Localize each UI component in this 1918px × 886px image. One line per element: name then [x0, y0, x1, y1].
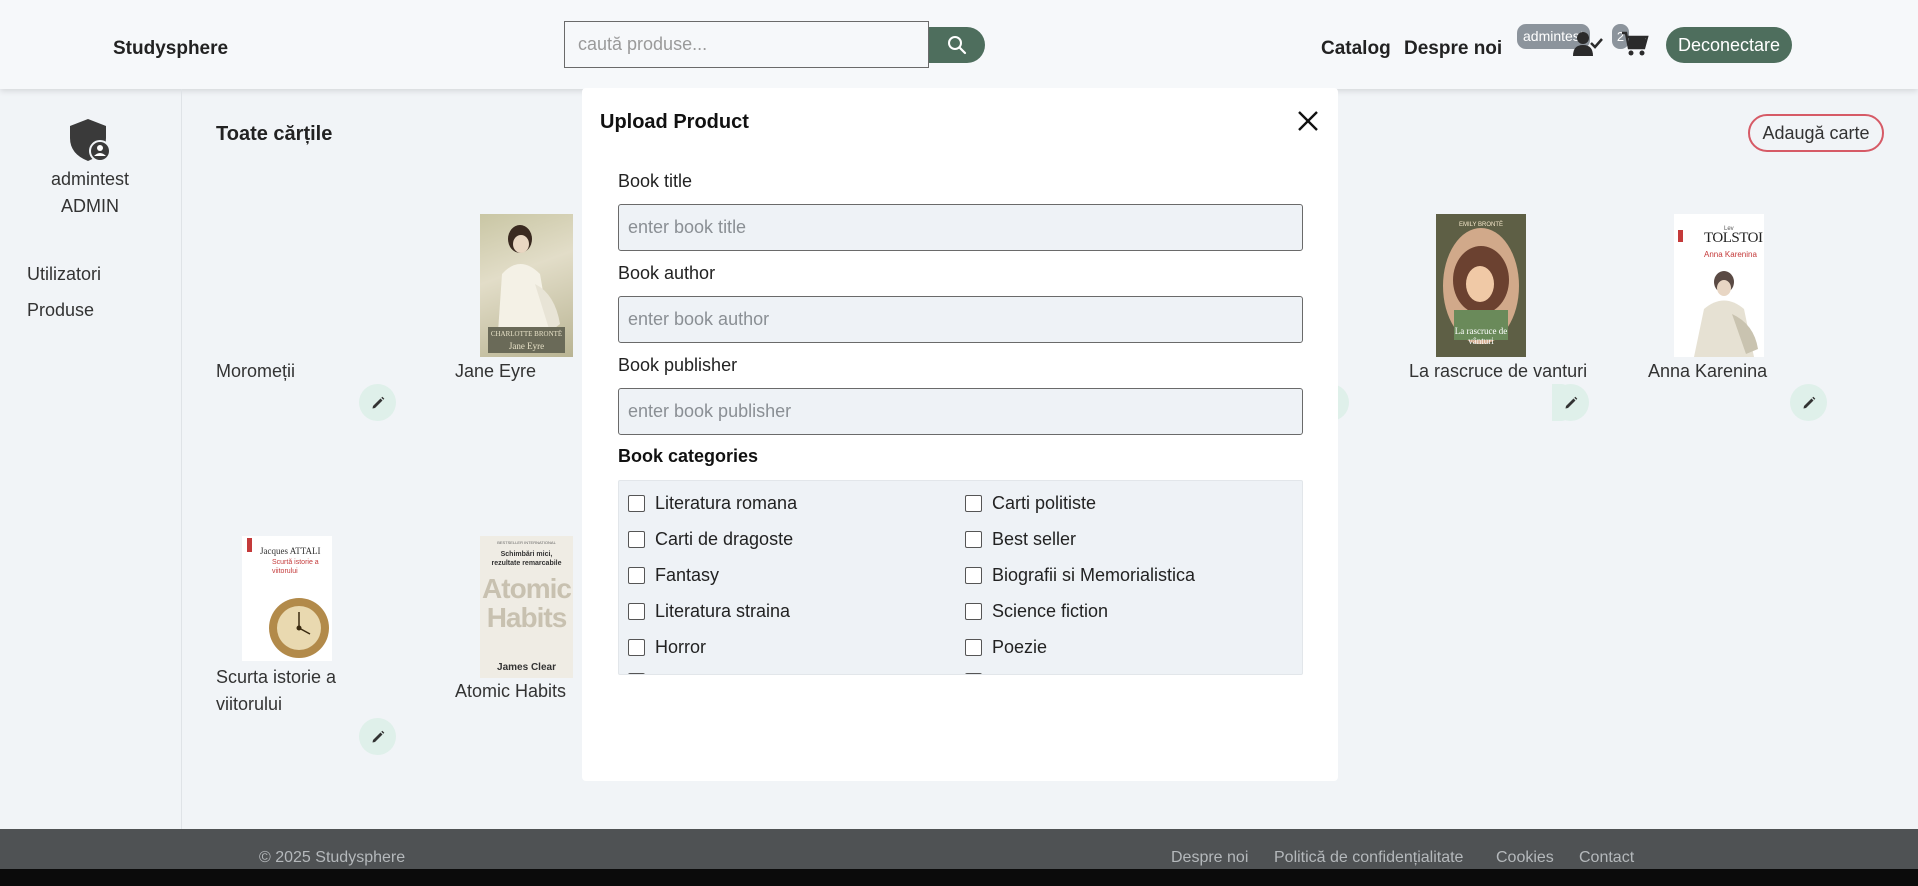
category-checkbox[interactable]: Horror [628, 637, 706, 658]
book-publisher-label: Book publisher [618, 355, 738, 375]
cover-title: Jane Eyre [508, 341, 545, 351]
admin-role: ADMIN [61, 196, 119, 216]
category-checkbox[interactable]: Poezie [965, 637, 1047, 658]
book-cover-jane-eyre[interactable]: CHARLOTTE BRONTË Jane Eyre [480, 214, 573, 357]
category-checkbox[interactable]: Biografii si Memorialistica [965, 565, 1195, 586]
categories-list[interactable]: Literatura romana Carti politiste Carti … [618, 480, 1303, 675]
category-checkbox[interactable]: Literatura straina [628, 601, 790, 622]
book-title-label: Book title [618, 171, 693, 191]
checkbox[interactable] [628, 673, 645, 674]
book-cover-scurta-istorie[interactable]: Jacques ATTALI Scurtă istorie a viitorul… [242, 536, 332, 661]
checkbox[interactable] [965, 673, 982, 674]
admin-username: admintest [50, 169, 130, 189]
search-button[interactable] [929, 27, 985, 63]
checkbox[interactable] [628, 567, 645, 584]
book-categories-label: Book categories [618, 446, 759, 466]
top-navbar: Studysphere Catalog Despre noi admintest… [0, 0, 1918, 89]
book-title[interactable]: Jane Eyre [455, 358, 536, 385]
edit-book-button[interactable] [359, 384, 396, 421]
edit-book-button[interactable] [1552, 384, 1589, 421]
checkbox[interactable] [965, 495, 982, 512]
pencil-icon [1565, 396, 1577, 408]
cover-title: Anna Karenina [1704, 250, 1757, 259]
upload-product-modal: Upload Product Book title Book author Bo… [582, 88, 1338, 781]
checkbox[interactable] [965, 639, 982, 656]
search-input[interactable] [564, 21, 929, 68]
sidebar-item-products[interactable]: Produse [27, 300, 94, 321]
book-title[interactable]: Atomic Habits [455, 678, 566, 705]
admin-shield-icon [67, 118, 113, 168]
cover-title: La rascruce de vânturi [1454, 326, 1508, 346]
checkbox[interactable] [965, 567, 982, 584]
nav-about[interactable]: Despre noi [1404, 38, 1502, 60]
footer-link-cookies[interactable]: Cookies [1496, 849, 1554, 867]
cover-tag: BESTSELLER INTERNATIONAL [497, 540, 556, 545]
book-title[interactable]: La rascruce de vanturi [1409, 358, 1587, 385]
add-book-button[interactable]: Adaugă carte [1748, 114, 1884, 152]
checkbox[interactable] [965, 531, 982, 548]
checkbox[interactable] [628, 603, 645, 620]
category-checkbox[interactable]: Carti de dragoste [628, 529, 793, 550]
pencil-icon [372, 730, 384, 742]
book-title-input[interactable] [618, 204, 1303, 251]
edit-book-button[interactable] [359, 718, 396, 755]
book-title[interactable]: Moromeții [216, 358, 295, 385]
cover-author: TOLSTOI [1704, 230, 1763, 246]
cover-author: James Clear [497, 662, 556, 673]
book-author-label: Book author [618, 263, 716, 283]
admin-sidebar: admintest ADMIN Utilizatori Produse [0, 89, 182, 829]
checkbox[interactable] [628, 639, 645, 656]
category-checkbox[interactable]: Best seller [965, 529, 1076, 550]
category-checkbox[interactable]: Fantasy [628, 565, 719, 586]
checkbox[interactable] [628, 531, 645, 548]
search-icon [948, 36, 967, 55]
cover-title: Scurtă istorie a viitorului [272, 559, 319, 575]
user-check-icon[interactable] [1573, 31, 1603, 62]
footer-link-about[interactable]: Despre noi [1171, 849, 1248, 867]
edit-book-button[interactable] [1790, 384, 1827, 421]
category-checkbox[interactable]: Science fiction [965, 601, 1108, 622]
nav-catalog[interactable]: Catalog [1321, 38, 1391, 60]
pencil-icon [372, 396, 384, 408]
book-title[interactable]: Scurta istorie a viitorului [216, 664, 376, 718]
footer-link-privacy[interactable]: Politică de confidențialitate [1274, 849, 1463, 867]
cover-author: Jacques ATTALI [260, 546, 321, 556]
checkbox[interactable] [965, 603, 982, 620]
page-title: Toate cărțile [216, 123, 333, 145]
sidebar-item-users[interactable]: Utilizatori [27, 264, 101, 285]
cover-author: EMILY BRONTË [1458, 222, 1504, 228]
book-cover-anna-karenina[interactable]: Lev TOLSTOI Anna Karenina [1674, 214, 1764, 357]
brand-logo[interactable]: Studysphere [113, 38, 228, 60]
pencil-icon [1803, 396, 1815, 408]
book-publisher-input[interactable] [618, 388, 1303, 435]
cover-subtitle: Schimbări mici, rezultate remarcabile [491, 551, 562, 567]
cart-icon[interactable] [1621, 31, 1649, 62]
footer-bottom-bar [0, 869, 1918, 886]
logout-button[interactable]: Deconectare [1666, 27, 1792, 63]
book-title[interactable]: Anna Karenina [1648, 358, 1767, 385]
footer-link-contact[interactable]: Contact [1579, 849, 1634, 867]
category-checkbox[interactable]: Carti politiste [965, 493, 1096, 514]
checkbox[interactable] [628, 495, 645, 512]
modal-title: Upload Product [600, 111, 749, 133]
footer-copyright: © 2025 Studysphere [259, 849, 406, 866]
cover-author: CHARLOTTE BRONTË [490, 330, 563, 338]
book-cover-atomic-habits[interactable]: BESTSELLER INTERNATIONAL Schimbări mici,… [480, 536, 573, 678]
book-author-input[interactable] [618, 296, 1303, 343]
book-cover-la-rascruce[interactable]: EMILY BRONTË La rascruce de vânturi [1436, 214, 1526, 357]
cover-title: Atomic Habits [482, 573, 572, 633]
close-icon[interactable] [1295, 108, 1321, 134]
category-checkbox[interactable]: Literatura romana [628, 493, 797, 514]
